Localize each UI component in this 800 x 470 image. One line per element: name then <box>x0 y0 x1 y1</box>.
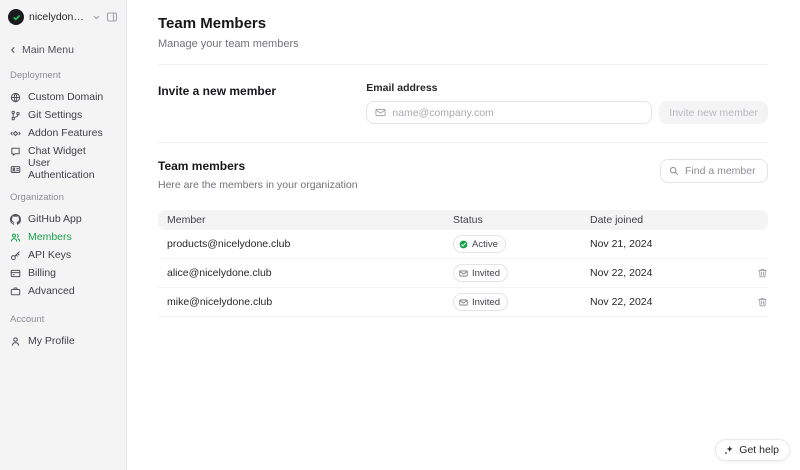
collapse-sidebar-icon[interactable] <box>106 11 118 23</box>
invite-new-member-button[interactable]: Invite new member <box>659 101 768 124</box>
status-badge-label: Invited <box>472 296 500 308</box>
back-link-label: Main Menu <box>22 44 74 56</box>
member-date-joined: Nov 21, 2024 <box>590 238 653 250</box>
invite-section: Invite a new member Email address Invite… <box>158 65 768 143</box>
workspace-name: nicelydone-... <box>29 11 87 23</box>
column-header-status: Status <box>453 214 483 226</box>
workspace-avatar <box>8 9 24 25</box>
sidebar-item-label: API Keys <box>28 249 72 261</box>
members-table: Member Status Date joined products@nicel… <box>158 210 768 317</box>
sidebar: nicelydone-... Main Menu Deployment Cust… <box>0 0 127 470</box>
member-date-joined: Nov 22, 2024 <box>590 267 653 279</box>
globe-icon <box>10 92 21 103</box>
sidebar-item-user-authentication[interactable]: User Authentication <box>8 157 118 181</box>
git-branch-icon <box>10 110 21 121</box>
page-title: Team Members <box>158 15 267 32</box>
member-date-joined: Nov 22, 2024 <box>590 296 653 308</box>
invite-form: Email address Invite new member <box>366 82 768 124</box>
chat-bubble-icon <box>10 146 21 157</box>
member-email: products@nicelydone.club <box>167 238 291 250</box>
status-badge-label: Active <box>472 238 498 250</box>
chevron-left-icon <box>11 47 15 53</box>
sidebar-item-my-profile[interactable]: My Profile <box>8 332 118 350</box>
column-header-member: Member <box>167 214 206 226</box>
table-row: alice@nicelydone.club Invited Nov 22, 20… <box>158 259 768 288</box>
envelope-icon <box>459 269 468 278</box>
member-email: alice@nicelydone.club <box>167 267 272 279</box>
briefcase-icon <box>10 286 21 297</box>
status-badge-label: Invited <box>472 267 500 279</box>
sidebar-item-api-keys[interactable]: API Keys <box>8 246 118 264</box>
sidebar-item-label: Chat Widget <box>28 145 86 157</box>
envelope-icon <box>375 108 386 117</box>
envelope-icon <box>459 298 468 307</box>
main-content: Team Members Manage your team members In… <box>128 0 800 470</box>
delete-member-button[interactable] <box>757 296 768 308</box>
status-badge-active: Active <box>453 235 506 253</box>
sidebar-item-label: User Authentication <box>28 157 95 181</box>
chevron-down-icon[interactable] <box>92 13 101 22</box>
invite-section-title: Invite a new member <box>158 84 277 98</box>
section-label-organization: Organization <box>10 192 64 203</box>
get-help-button[interactable]: Get help <box>715 439 790 461</box>
back-to-main-menu[interactable]: Main Menu <box>0 25 126 56</box>
sidebar-item-advanced[interactable]: Advanced <box>8 282 118 300</box>
id-card-icon <box>10 164 21 175</box>
users-icon <box>10 232 21 243</box>
sidebar-item-label: My Profile <box>28 335 75 347</box>
page-subtitle: Manage your team members <box>158 38 299 50</box>
sidebar-nav: Deployment Custom Domain Git Settings Ad… <box>0 70 126 350</box>
team-members-subtitle: Here are the members in your organizatio… <box>158 179 358 191</box>
sidebar-item-label: Addon Features <box>28 127 103 139</box>
trash-icon <box>758 268 767 278</box>
sidebar-item-label: Members <box>28 231 72 243</box>
sidebar-item-members[interactable]: Members <box>8 228 118 246</box>
search-member-input[interactable] <box>685 165 759 177</box>
sidebar-item-custom-domain[interactable]: Custom Domain <box>8 88 118 106</box>
check-circle-icon <box>459 240 468 249</box>
status-badge-invited: Invited <box>453 293 508 311</box>
sidebar-item-label: Advanced <box>28 285 75 297</box>
sidebar-item-label: Billing <box>28 267 57 279</box>
workspace-switcher[interactable]: nicelydone-... <box>0 0 126 25</box>
addon-icon <box>10 128 21 139</box>
github-icon <box>10 213 21 225</box>
table-row: products@nicelydone.club Active Nov 21, … <box>158 230 768 259</box>
user-icon <box>10 336 21 347</box>
member-email: mike@nicelydone.club <box>167 296 273 308</box>
sidebar-item-git-settings[interactable]: Git Settings <box>8 106 118 124</box>
get-help-label: Get help <box>739 444 779 456</box>
sidebar-item-label: Git Settings <box>28 109 83 121</box>
email-label: Email address <box>366 82 438 94</box>
trash-icon <box>758 297 767 307</box>
status-badge-invited: Invited <box>453 264 508 282</box>
page-header: Team Members Manage your team members <box>128 0 800 65</box>
sidebar-item-label: GitHub App <box>28 213 82 225</box>
delete-member-button[interactable] <box>757 267 768 279</box>
logo-mark-icon <box>12 14 20 20</box>
email-field-wrapper <box>366 101 653 124</box>
search-icon <box>669 166 679 176</box>
section-label-deployment: Deployment <box>10 70 61 81</box>
key-icon <box>10 250 21 261</box>
section-label-account: Account <box>10 314 45 325</box>
email-field[interactable] <box>392 106 644 119</box>
search-member-wrapper <box>660 159 768 183</box>
team-members-title: Team members <box>158 159 246 173</box>
team-members-header: Team members Here are the members in you… <box>158 143 768 191</box>
table-header-row: Member Status Date joined <box>158 210 768 230</box>
sidebar-item-github-app[interactable]: GitHub App <box>8 210 118 228</box>
credit-card-icon <box>10 268 21 279</box>
sidebar-item-billing[interactable]: Billing <box>8 264 118 282</box>
sidebar-item-addon-features[interactable]: Addon Features <box>8 124 118 142</box>
sidebar-item-label: Custom Domain <box>28 91 104 103</box>
table-row: mike@nicelydone.club Invited Nov 22, 202… <box>158 288 768 317</box>
column-header-date-joined: Date joined <box>590 214 644 226</box>
sparkle-icon <box>725 445 734 454</box>
